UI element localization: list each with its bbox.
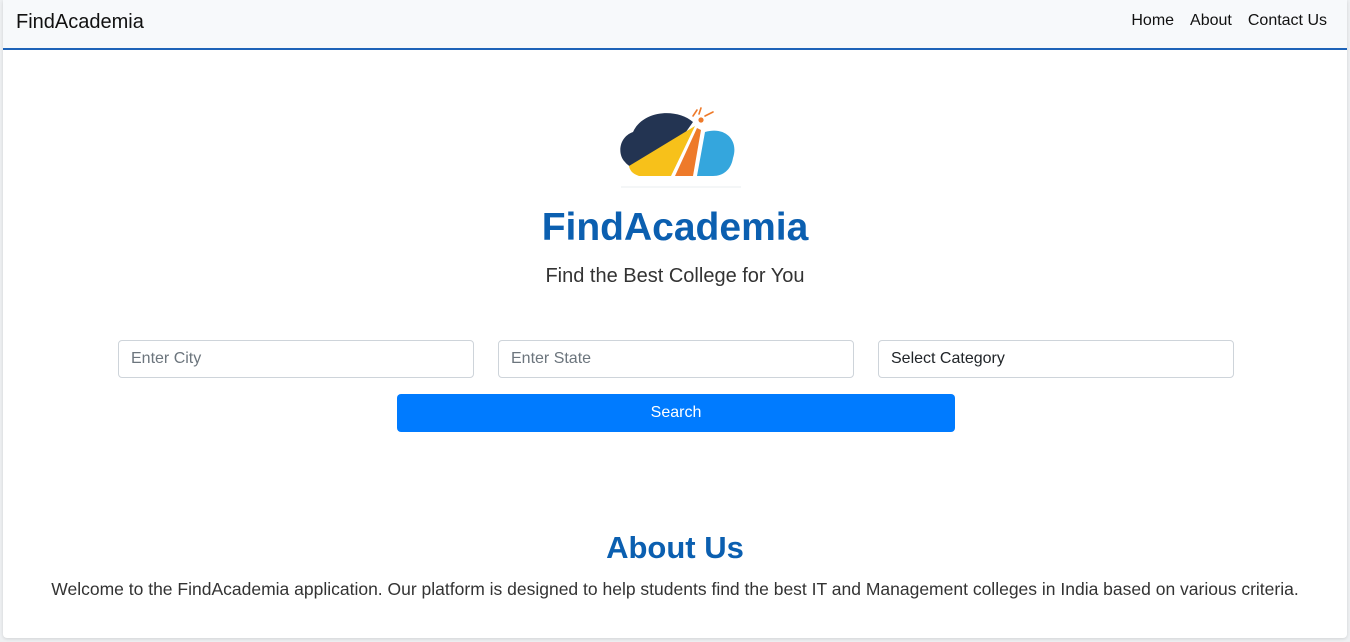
logo-blue-part bbox=[697, 130, 735, 176]
hero-subtitle: Find the Best College for You bbox=[545, 265, 805, 287]
cloud-logo-icon bbox=[620, 107, 741, 188]
category-selected-value: Select Category bbox=[891, 350, 1005, 367]
city-input[interactable] bbox=[118, 340, 474, 378]
logo-spark-lines bbox=[692, 107, 714, 117]
navbar-brand[interactable]: FindAcademia bbox=[16, 11, 144, 34]
page-frame: FindAcademia Home About Contact Us FindA… bbox=[3, 0, 1347, 638]
about-text: Welcome to the FindAcademia application.… bbox=[51, 579, 1299, 599]
nav-links: Home About Contact Us bbox=[1131, 12, 1327, 30]
nav-link-about[interactable]: About bbox=[1190, 12, 1232, 30]
navbar: FindAcademia Home About Contact Us bbox=[3, 0, 1347, 50]
hero-title: FindAcademia bbox=[541, 206, 809, 249]
state-input[interactable] bbox=[498, 340, 854, 378]
about-title: About Us bbox=[606, 530, 744, 565]
search-button[interactable]: Search bbox=[397, 394, 955, 432]
logo-spark-dot bbox=[698, 117, 704, 123]
nav-link-home[interactable]: Home bbox=[1131, 12, 1174, 30]
category-select[interactable]: Select Category bbox=[878, 340, 1234, 378]
nav-link-contact[interactable]: Contact Us bbox=[1248, 12, 1327, 30]
